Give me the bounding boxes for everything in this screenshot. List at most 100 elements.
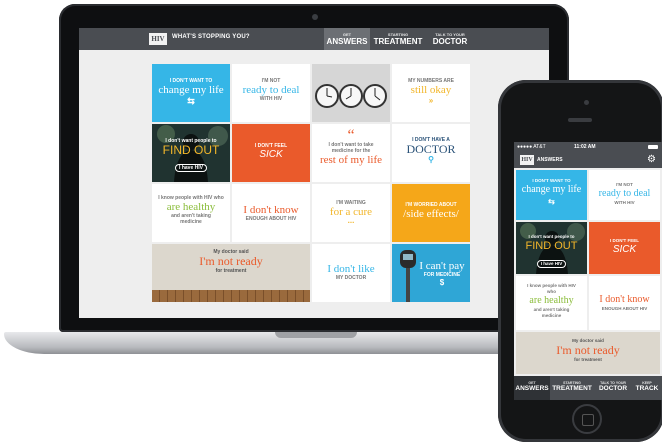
clock-label: 11:02 AM [574,144,596,150]
tile-dont-know[interactable]: I don't know ENOUGH ABOUT HIV [232,184,310,242]
tile-not-ready-big: I'm not ready [199,254,263,268]
tab-starting-treatment-label: TREATMENT [552,385,592,392]
forward-icon: » [428,96,434,105]
tile-find-out-tag: I have HIV [536,260,567,268]
tile-find-out[interactable]: I don't want people to FIND OUT I have H… [152,124,230,182]
tile-change-my-life[interactable]: I DON'T WANT TO change my life ⇆ [152,64,230,122]
tile-cant-pay[interactable]: I can't pay FOR MEDICINE $ [392,244,470,302]
tile-are-healthy[interactable]: I know people with HIV who are healthy a… [516,276,587,330]
tile-dont-know[interactable]: I don't know ENOUGH ABOUT HIV [589,276,660,330]
tile-not-ready-small2: for treatment [574,357,602,362]
tile-cant-pay-big: I can't pay [419,260,465,272]
tab-starting-treatment[interactable]: STARTING TREATMENT [370,28,426,50]
tab-talk-to-doctor-small: TALK TO YOUR [600,381,626,385]
tab-keep-track[interactable]: KEEP TRACK [632,376,662,400]
tab-get-answers-label: ANSWERS [326,37,368,46]
tile-rest-of-life-small: I don't want to take medicine for the [328,142,374,154]
tile-are-healthy[interactable]: I know people with HIV who are healthy a… [152,184,230,242]
tile-are-healthy-big: are healthy [166,201,216,213]
carrier-label: ●●●●● AT&T [517,144,546,150]
tile-dont-feel-sick[interactable]: I DON'T FEEL SICK [232,124,310,182]
tile-ready-to-deal-big: ready to deal [598,188,651,199]
search-icon: ⚲ [428,155,434,164]
hiv-logo[interactable]: HIV [520,155,534,165]
tile-dont-feel-sick-big: SICK [259,149,283,160]
wood-floor-image [152,290,310,302]
tile-dont-know-small: ENOUGH ABOUT HIV [245,216,297,222]
tile-find-out-big: FIND OUT [162,143,220,157]
tile-side-effects[interactable]: I'M WORRIED ABOUT /side effects/ [392,184,470,242]
tile-waiting-cure-dots: ... [347,216,355,225]
tile-find-out[interactable]: I don't want people to FIND OUT I have H… [516,222,587,274]
tile-dont-know-big: I don't know [599,294,650,305]
tile-no-doctor-big: DOCTOR [406,142,456,156]
clocks-image [312,64,390,122]
tile-dont-like-doctor-big: I don't like [327,263,375,275]
tile-change-my-life-big: change my life [521,184,582,195]
tile-not-ready-big: I'm not ready [556,343,620,357]
tile-are-healthy-big: are healthy [529,295,574,306]
phone-screen: ●●●●● AT&T 11:02 AM HIV ANSWERS ⚙ I DON'… [514,142,662,400]
tile-find-out-big: FIND OUT [525,240,578,252]
tile-dont-know-small: ENOUGH ABOUT HIV [601,306,648,311]
phone-header: HIV ANSWERS ⚙ [514,152,662,168]
tile-ready-to-deal-small2: WITH HIV [614,200,635,205]
status-bar: ●●●●● AT&T 11:02 AM [514,142,662,152]
tile-dont-know-big: I don't know [243,204,299,216]
tab-talk-to-doctor[interactable]: TALK TO YOUR DOCTOR [426,28,474,50]
tab-starting-treatment[interactable]: STARTING TREATMENT [550,376,594,400]
tab-starting-treatment-small: STARTING [563,381,581,385]
tab-get-answers[interactable]: GET ANSWERS [324,28,370,50]
arrows-icon: ⇆ [187,96,195,106]
tab-keep-track-small: KEEP [642,381,652,385]
site-title: WHAT'S STOPPING YOU? [172,34,250,40]
tab-starting-treatment-small: STARTING [387,32,409,37]
tab-get-answers-label: ANSWERS [515,385,549,392]
battery-icon [648,145,658,149]
tile-clocks-photo[interactable] [312,64,390,122]
tile-ready-to-deal[interactable]: I'M NOT ready to deal WITH HIV [589,170,660,220]
laptop-screen: HIV WHAT'S STOPPING YOU? GET ANSWERS STA… [79,28,549,318]
tab-talk-to-doctor-label: DOCTOR [432,37,468,46]
tile-dont-feel-sick-big: SICK [612,244,637,255]
tile-dont-like-doctor[interactable]: I don't like MY DOCTOR [312,244,390,302]
quote-icon: “ [347,127,355,144]
tab-get-answers[interactable]: GET ANSWERS [514,376,550,400]
tile-change-my-life-big: change my life [158,84,224,96]
tab-talk-to-doctor-small: TALK TO YOUR [435,32,465,37]
laptop-camera [312,14,318,20]
tile-dont-feel-sick[interactable]: I DON'T FEEL SICK [589,222,660,274]
tab-talk-to-doctor-label: DOCTOR [598,385,628,392]
tile-not-ready[interactable]: My doctor said I'm not ready for treatme… [516,332,660,374]
tab-get-answers-small: GET [342,32,352,37]
home-button-icon[interactable] [572,404,602,434]
tile-are-healthy-small2: and aren't taking medicine [171,213,211,225]
tile-no-doctor[interactable]: I DON'T HAVE A DOCTOR ⚲ [392,124,470,182]
tile-side-effects-big: /side effects/ [403,208,459,220]
tile-ready-to-deal[interactable]: I'M NOT ready to deal WITH HIV [232,64,310,122]
tile-not-ready-small2: for treatment [215,268,247,274]
hiv-logo[interactable]: HIV [149,33,167,45]
tile-change-my-life[interactable]: I DON'T WANT TO change my life ⇆ [516,170,587,220]
tile-numbers-okay-big: still okay [410,84,452,96]
tile-waiting-cure[interactable]: I'M WAITING for a cure ... [312,184,390,242]
tile-ready-to-deal-small2: WITH HIV [259,96,283,102]
laptop-notch [275,332,357,338]
tab-talk-to-doctor[interactable]: TALK TO YOUR DOCTOR [594,376,632,400]
tile-ready-to-deal-big: ready to deal [242,84,300,96]
tab-starting-treatment-label: TREATMENT [373,37,423,46]
arrows-icon: ⇆ [548,197,555,206]
tile-numbers-okay[interactable]: MY NUMBERS ARE still okay » [392,64,470,122]
tile-find-out-tag: I have HIV [175,164,207,172]
tile-not-ready[interactable]: My doctor said I'm not ready for treatme… [152,244,310,302]
tile-are-healthy-small: I know people with HIV who [527,283,576,294]
gear-icon[interactable]: ⚙ [647,154,656,166]
phone-header-title: ANSWERS [537,157,563,163]
tile-are-healthy-small2: and aren't taking medicine [533,307,570,318]
tab-get-answers-small: GET [528,381,536,385]
phone-camera [584,100,589,105]
site-header: HIV WHAT'S STOPPING YOU? GET ANSWERS STA… [79,28,549,50]
tile-rest-of-life[interactable]: “ I don't want to take medicine for the … [312,124,390,182]
phone-tab-bar: GET ANSWERS STARTING TREATMENT TALK TO Y… [514,376,662,400]
tile-dont-like-doctor-small: MY DOCTOR [335,275,367,281]
